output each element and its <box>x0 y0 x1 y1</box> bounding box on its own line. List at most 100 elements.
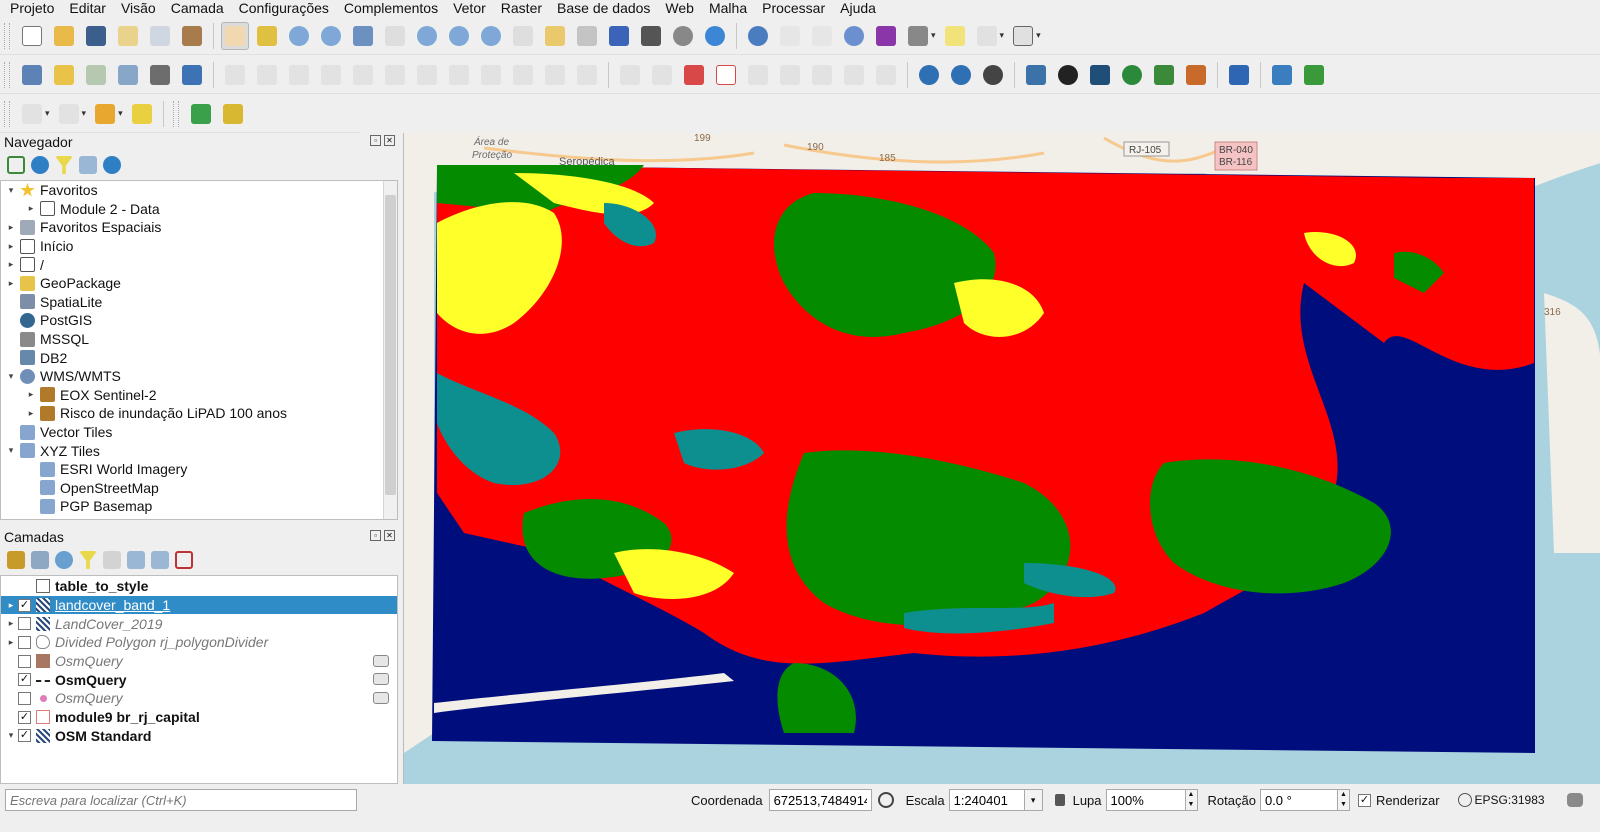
zoom-out-button[interactable] <box>317 22 345 50</box>
float-panel-icon[interactable]: ▫ <box>370 530 381 541</box>
toolbar-handle[interactable] <box>4 100 10 127</box>
collapsed-arrow-icon[interactable]: ▸ <box>4 259 18 270</box>
layer-row[interactable]: ▸ ✓ landcover_band_1 <box>1 595 397 615</box>
navigator-item[interactable]: ▸ Module 2 - Data <box>1 200 397 219</box>
new-temporary-layer-button[interactable] <box>114 61 142 89</box>
close-panel-icon[interactable]: ✕ <box>384 530 395 541</box>
menu-item[interactable]: Base de dados <box>547 0 655 17</box>
help-button[interactable] <box>1225 61 1253 89</box>
navigator-item[interactable]: ▸ Favoritos Espaciais <box>1 218 397 237</box>
info-icon[interactable] <box>103 156 121 174</box>
select-by-location-button[interactable] <box>91 100 119 128</box>
navigator-item[interactable]: ESRI World Imagery <box>1 460 397 479</box>
dark-layer-button[interactable] <box>1086 61 1114 89</box>
menu-item[interactable]: Camada <box>161 0 229 17</box>
pin-labels-button[interactable] <box>744 61 772 89</box>
label-abc-red-button[interactable] <box>680 61 708 89</box>
navigator-item[interactable]: ▸ Risco de inundação LiPAD 100 anos <box>1 404 397 423</box>
navigator-item[interactable]: PostGIS <box>1 311 397 330</box>
collapsed-arrow-icon[interactable]: ▸ <box>4 637 18 648</box>
deselect-button[interactable] <box>55 100 83 128</box>
processing-model-button[interactable] <box>1268 61 1296 89</box>
navigator-item[interactable]: DB2 <box>1 348 397 367</box>
measure-button[interactable] <box>904 22 932 50</box>
menu-item[interactable]: Malha <box>699 0 752 17</box>
data-source-manager-button[interactable] <box>18 61 46 89</box>
zoom-full-button[interactable] <box>349 22 377 50</box>
float-panel-icon[interactable]: ▫ <box>370 135 381 146</box>
add-selected-layers-icon[interactable] <box>7 156 25 174</box>
layer-visibility-checkbox[interactable]: ✓ <box>18 710 31 724</box>
filter-expression-icon[interactable] <box>103 551 121 569</box>
menu-item[interactable]: Configurações <box>229 0 334 17</box>
dropdown-arrow-icon[interactable]: ▾ <box>931 30 936 41</box>
layer-row[interactable]: ▸ Divided Polygon rj_polygonDivider <box>1 633 397 652</box>
collapsed-arrow-icon[interactable]: ▸ <box>24 408 38 419</box>
processing-refresh-button[interactable] <box>1300 61 1328 89</box>
pan-button[interactable] <box>221 21 249 50</box>
navigator-item[interactable]: ▸ GeoPackage <box>1 274 397 293</box>
search-layer-button[interactable] <box>187 100 215 128</box>
render-checkbox[interactable]: ✓ <box>1357 793 1371 807</box>
collapsed-arrow-icon[interactable]: ▸ <box>4 618 18 629</box>
map-render[interactable]: Área de Proteção Seropédica 199 190 185 … <box>404 133 1600 784</box>
refresh-icon[interactable] <box>31 156 49 174</box>
rotation-spin-icon[interactable]: ▲ ▼ <box>1337 789 1350 811</box>
field-calculator-button[interactable] <box>808 22 836 50</box>
expand-all-icon[interactable] <box>127 551 145 569</box>
toolbar-handle[interactable] <box>172 100 179 127</box>
zoom-native-button[interactable] <box>445 22 473 50</box>
redo-button[interactable] <box>573 61 601 89</box>
modify-attributes-button[interactable] <box>381 61 409 89</box>
menu-item[interactable]: Editar <box>59 0 111 17</box>
move-label-button[interactable] <box>808 61 836 89</box>
digitize-shape-button[interactable] <box>219 100 247 128</box>
print-layout-button[interactable] <box>146 22 174 50</box>
rotation-field[interactable] <box>1259 789 1338 811</box>
refresh-button[interactable] <box>701 22 729 50</box>
crs-button[interactable]: EPSG:31983 <box>1475 793 1545 807</box>
map-canvas[interactable]: Área de Proteção Seropédica 199 190 185 … <box>403 133 1600 784</box>
temporal-controller-button[interactable] <box>669 22 697 50</box>
new-virtual-layer-button[interactable] <box>146 61 174 89</box>
dropdown-arrow-icon[interactable]: ▾ <box>82 108 87 119</box>
layout-grid-button[interactable] <box>1182 61 1210 89</box>
open-project-button[interactable] <box>50 22 78 50</box>
paste-features-button[interactable] <box>509 61 537 89</box>
dropdown-arrow-icon[interactable]: ▾ <box>1000 30 1005 41</box>
toolbar-handle[interactable] <box>4 22 10 49</box>
text-annotation-button[interactable] <box>1009 22 1037 50</box>
magnifier-spin-icon[interactable]: ▲ ▼ <box>1185 789 1198 811</box>
expanded-arrow-icon[interactable]: ▾ <box>4 371 18 382</box>
navigator-item[interactable]: ▸ EOX Sentinel-2 <box>1 386 397 405</box>
menu-item[interactable]: Processar <box>752 0 830 17</box>
navigator-item[interactable]: PGP Basemap <box>1 497 397 516</box>
collapsed-arrow-icon[interactable]: ▸ <box>4 241 18 252</box>
zoom-last-button[interactable] <box>477 22 505 50</box>
current-edits-button[interactable] <box>221 61 249 89</box>
navigator-item[interactable]: SpatiaLite <box>1 293 397 312</box>
style-manager-button[interactable] <box>178 22 206 50</box>
layer-visibility-checkbox[interactable]: ✓ <box>18 729 31 743</box>
dropdown-arrow-icon[interactable]: ▾ <box>1036 30 1041 41</box>
delete-selected-button[interactable] <box>413 61 441 89</box>
layer-row[interactable]: OsmQuery <box>1 652 397 671</box>
layer-row[interactable]: table_to_style <box>1 577 397 596</box>
collapsed-arrow-icon[interactable]: ▸ <box>4 278 18 289</box>
lock-scale-icon[interactable] <box>1054 794 1065 806</box>
menu-item[interactable]: Visão <box>111 0 161 17</box>
close-panel-icon[interactable]: ✕ <box>384 135 395 146</box>
navigator-scrollbar[interactable] <box>383 181 397 519</box>
osm-query-button[interactable] <box>979 61 1007 89</box>
rotate-label-button[interactable] <box>840 61 868 89</box>
layer-row[interactable]: OsmQuery <box>1 689 397 708</box>
expanded-arrow-icon[interactable]: ▾ <box>4 185 18 196</box>
layer-visibility-checkbox[interactable] <box>18 654 31 668</box>
layer-visibility-checkbox[interactable]: ✓ <box>18 598 31 612</box>
toggle-extents-icon[interactable] <box>877 792 894 808</box>
menu-item[interactable]: Web <box>655 0 699 17</box>
expanded-arrow-icon[interactable]: ▾ <box>4 730 18 741</box>
scrollbar-thumb[interactable] <box>385 195 396 495</box>
navigator-item[interactable]: ▸ Início <box>1 237 397 256</box>
cut-features-button[interactable] <box>445 61 473 89</box>
